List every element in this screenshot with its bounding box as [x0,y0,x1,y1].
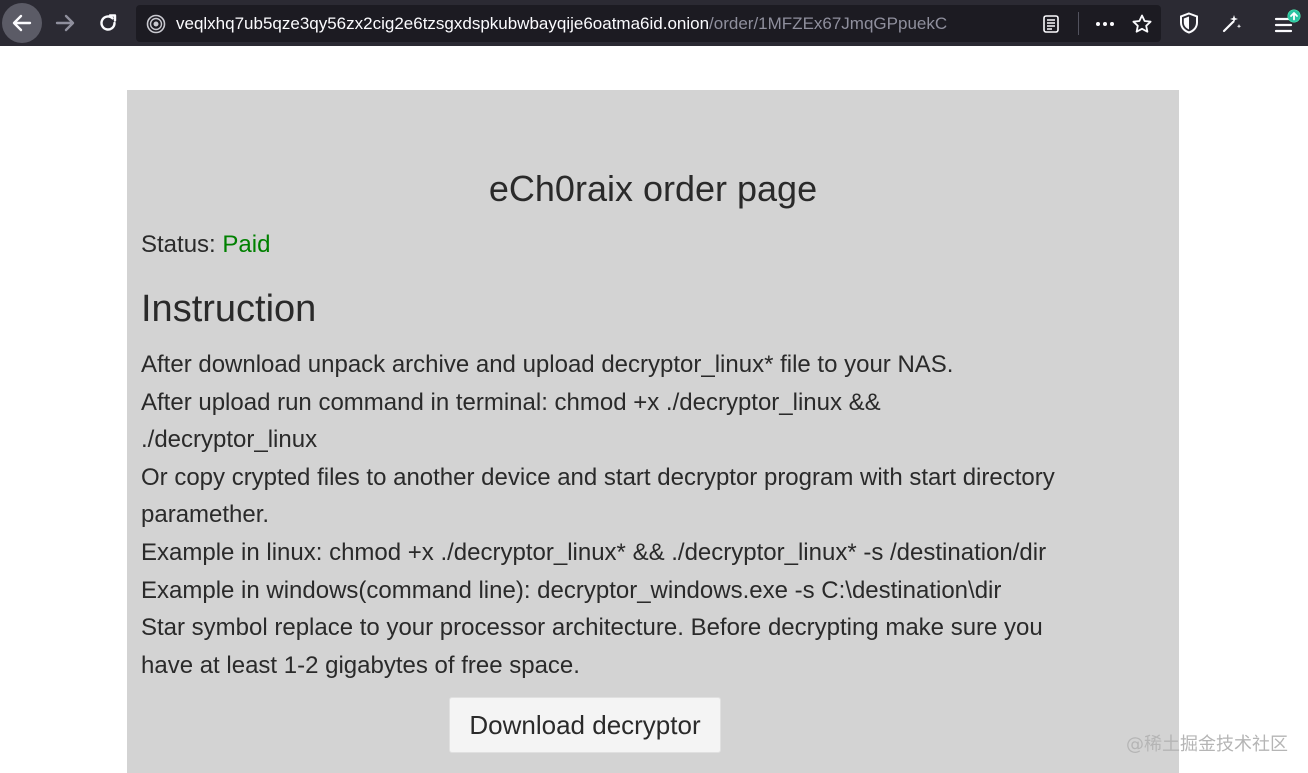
instruction-line: Or copy crypted files to another device … [141,463,1055,491]
more-actions-icon [1096,22,1114,26]
instruction-line: paramether. [141,501,270,529]
instruction-heading: Instruction [141,288,317,330]
order-panel: eCh0raix order page Status: Paid Instruc… [127,90,1179,773]
instruction-line: Example in windows(command line): decryp… [141,576,1002,604]
status-label: Status: [141,231,216,258]
url-host: veqlxhq7ub5qze3qy56zx2cig2e6tzsgxdspkubw… [176,14,710,33]
download-decryptor-button[interactable]: Download decryptor [449,697,721,753]
url-text[interactable]: veqlxhq7ub5qze3qy56zx2cig2e6tzsgxdspkubw… [176,14,1066,34]
security-level-button[interactable] [1176,10,1202,36]
reader-view-button[interactable] [1040,13,1062,35]
bookmark-star-icon [1132,14,1152,33]
instruction-line: ./decryptor_linux [141,426,318,454]
menu-update-icon [1274,9,1301,33]
instruction-line: After upload run command in terminal: ch… [141,388,881,416]
reader-view-icon [1043,15,1059,33]
back-arrow-icon [12,14,32,32]
watermark: @稀土掘金技术社区 [1126,734,1288,755]
instruction-text: After download unpack archive and upload… [141,346,1171,684]
onion-site-icon [146,14,166,34]
instruction-line: Star symbol replace to your processor ar… [141,614,1043,642]
app-menu-button[interactable] [1272,9,1302,36]
status-line: Status: Paid [141,231,270,259]
address-bar[interactable]: veqlxhq7ub5qze3qy56zx2cig2e6tzsgxdspkubw… [136,5,1161,42]
status-value: Paid [222,231,271,258]
instruction-line: have at least 1-2 gigabytes of free spac… [141,651,580,679]
shield-icon [1180,12,1198,34]
forward-button[interactable] [45,3,85,43]
forward-arrow-icon [55,14,75,32]
new-identity-button[interactable] [1219,10,1245,36]
back-button[interactable] [2,3,42,43]
bookmark-button[interactable] [1131,13,1153,35]
instruction-line: Example in linux: chmod +x ./decryptor_l… [141,538,1047,566]
urlbar-divider [1078,12,1079,35]
instruction-line: After download unpack archive and upload… [141,351,954,378]
reload-button[interactable] [88,3,128,43]
reload-icon [100,14,117,31]
page-actions-button[interactable] [1094,13,1116,35]
page-title: eCh0raix order page [488,168,818,209]
url-path: /order/1MFZEx67JmqGPpuekC [709,14,948,33]
browser-toolbar: veqlxhq7ub5qze3qy56zx2cig2e6tzsgxdspkubw… [0,0,1308,46]
customize-icon [1222,15,1242,33]
